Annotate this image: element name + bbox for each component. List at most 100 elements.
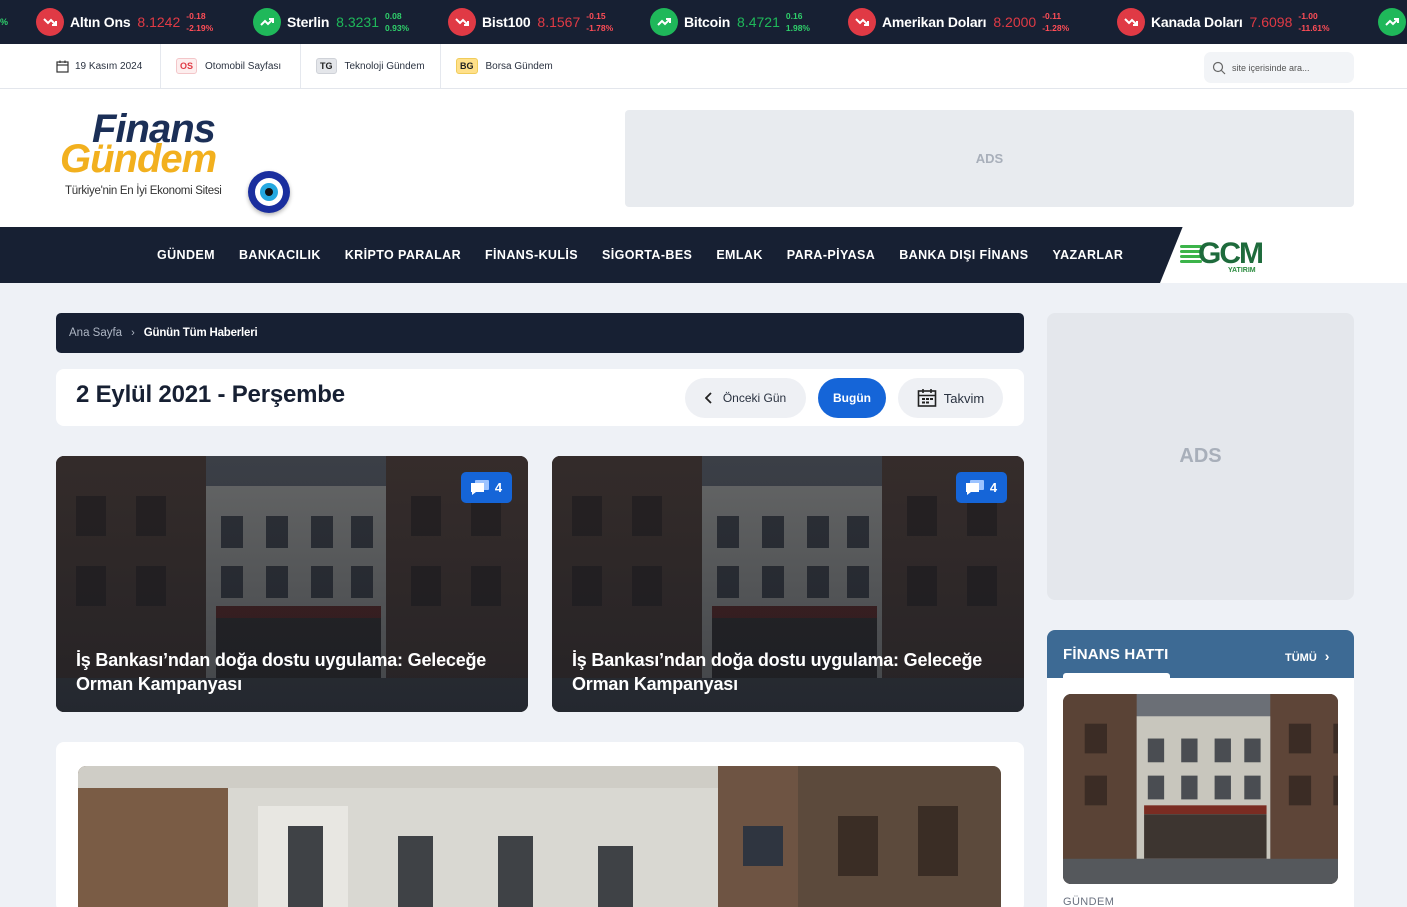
trend-down-icon	[448, 8, 476, 36]
trend-down-icon	[848, 8, 876, 36]
ticker-item-altin-ons[interactable]: Altın Ons 8.1242 -0.18 -2.19%	[36, 0, 213, 44]
market-ticker: % Altın Ons 8.1242 -0.18 -2.19% Sterlin 8…	[0, 0, 1407, 44]
news-card[interactable]: 4 İş Bankası’ndan doğa dostu uygulama: G…	[56, 456, 528, 712]
tg-badge: TG	[316, 58, 337, 74]
ticker-change: -0.11	[1042, 11, 1062, 21]
chevron-right-icon: ›	[1324, 648, 1330, 664]
previous-day-label: Önceki Gün	[722, 391, 787, 405]
widget-news-image[interactable]	[1063, 694, 1338, 884]
nav-item-para-piyasa[interactable]: PARA-PİYASA	[787, 248, 875, 262]
chevron-left-icon	[704, 392, 713, 404]
nav-item-kripto-paralar[interactable]: KRİPTO PARALAR	[345, 248, 461, 262]
widget-title: FİNANS HATTI	[1063, 646, 1169, 663]
widget-news-category[interactable]: GÜNDEM	[1063, 896, 1114, 907]
ticker-percent: 1.98%	[785, 23, 810, 33]
ticker-name: Altın Ons	[70, 14, 131, 30]
nav-item-sigorta-bes[interactable]: SİGORTA-BES	[602, 248, 692, 262]
ticker-item-kanada-dolari[interactable]: Kanada Doları 7.6098 -1.00 -11.61%	[1117, 0, 1330, 44]
date-bar: 2 Eylül 2021 - Perşembe Önceki Gün Bugün…	[56, 369, 1024, 426]
ticker-price: 8.3231	[336, 14, 379, 30]
comment-count: 4	[494, 480, 503, 495]
today-button[interactable]: Bugün	[818, 378, 886, 418]
comment-icon	[965, 479, 984, 496]
gcm-sub: YATIRIM	[1228, 267, 1256, 274]
topbar-link-borsa[interactable]: BG Borsa Gündem	[456, 44, 553, 88]
ticker-change: 0.08	[385, 11, 402, 21]
ticker-name: Kanada Doları	[1151, 14, 1243, 30]
gcm-partner-logo[interactable]: GCM YATIRIM	[1180, 237, 1270, 277]
ticker-percent: -11.61%	[1298, 23, 1330, 33]
comment-icon	[470, 479, 489, 496]
trend-up-icon	[650, 8, 678, 36]
nav-item-gundem[interactable]: GÜNDEM	[157, 248, 215, 262]
comment-count: 4	[989, 480, 998, 495]
ad-banner-side[interactable]: ADS	[1047, 313, 1354, 600]
trend-up-icon	[253, 8, 281, 36]
topbar-link-label: Otomobil Sayfası	[205, 60, 282, 72]
ticker-percent: -1.28%	[1042, 23, 1070, 33]
bg-badge: BG	[456, 58, 478, 74]
current-date: 19 Kasım 2024	[56, 44, 142, 88]
site-logo[interactable]: Finans Gündem Türkiye'nin En İyi Ekonomi…	[56, 101, 296, 213]
chevron-right-icon: ›	[131, 327, 135, 339]
search-input[interactable]	[1232, 62, 1342, 73]
trend-down-icon	[1117, 8, 1145, 36]
comment-count-badge[interactable]: 4	[956, 472, 1007, 503]
news-card[interactable]: 4 İş Bankası’ndan doğa dostu uygulama: G…	[552, 456, 1024, 712]
ticker-name: Bist100	[482, 14, 531, 30]
ticker-item-amerikan-dolari[interactable]: Amerikan Doları 8.2000 -0.11 -1.28%	[848, 0, 1069, 44]
ticker-percent: -2.19%	[186, 23, 214, 33]
search-icon[interactable]	[1212, 61, 1226, 75]
ticker-change: 0.16	[785, 11, 803, 21]
breadcrumb-home[interactable]: Ana Sayfa	[69, 327, 122, 339]
logo-line-2: Gündem	[60, 137, 217, 181]
nav-item-finans-kulis[interactable]: FİNANS-KULİS	[485, 248, 578, 262]
ticker-name: Sterlin	[287, 14, 330, 30]
ticker-percent: 0.93%	[385, 23, 410, 33]
ticker-item-sterlin[interactable]: Sterlin 8.3231 0.08 0.93%	[253, 0, 409, 44]
ticker-change: -1.00	[1298, 11, 1318, 21]
ticker-change: -0.15	[586, 11, 606, 21]
comment-count-badge[interactable]: 4	[461, 472, 512, 503]
news-card-title[interactable]: İş Bankası’ndan doğa dostu uygulama: Gel…	[572, 648, 992, 696]
ad-banner-top[interactable]: ADS	[625, 110, 1354, 207]
ticker-price: 8.2000	[993, 14, 1037, 30]
finans-hatti-widget: FİNANS HATTI TÜMÜ › GÜNDEM	[1047, 630, 1354, 907]
site-search[interactable]	[1204, 52, 1354, 83]
widget-all-label: TÜMÜ	[1285, 652, 1317, 664]
nav-item-yazarlar[interactable]: YAZARLAR	[1052, 248, 1123, 262]
trend-up-icon	[1378, 8, 1406, 36]
calendar-label: Takvim	[943, 390, 985, 406]
ticker-price: 7.6098	[1249, 14, 1293, 30]
topbar-link-label: Borsa Gündem	[485, 60, 553, 72]
ticker-change: -0.18	[186, 11, 206, 21]
ticker-percent: -1.78%	[586, 23, 614, 33]
evil-eye-icon	[248, 171, 290, 213]
calendar-button[interactable]: Takvim	[898, 378, 1003, 418]
ticker-item-bist100[interactable]: Bist100 8.1567 -0.15 -1.78%	[448, 0, 613, 44]
nav-item-banka-disi-finans[interactable]: BANKA DIŞI FİNANS	[899, 248, 1028, 262]
ticker-edge-percent: %	[0, 17, 9, 27]
logo-tagline: Türkiye'nin En İyi Ekonomi Sitesi	[65, 185, 222, 197]
featured-news-card[interactable]	[56, 742, 1024, 907]
nav-item-bankacilik[interactable]: BANKACILIK	[239, 248, 321, 262]
page-title: 2 Eylül 2021 - Perşembe	[76, 381, 345, 408]
ticker-price: 8.1242	[137, 14, 181, 30]
ticker-price: 8.1567	[537, 14, 581, 30]
ticker-name: Amerikan Doları	[882, 14, 987, 30]
nav-item-emlak[interactable]: EMLAK	[716, 248, 762, 262]
ticker-price: 8.4721	[737, 14, 780, 30]
os-badge: OS	[176, 58, 198, 74]
previous-day-button[interactable]: Önceki Gün	[685, 378, 806, 418]
ticker-name: Bitcoin	[684, 14, 731, 30]
news-card-title[interactable]: İş Bankası’ndan doğa dostu uygulama: Gel…	[76, 648, 496, 696]
date-text: 19 Kasım 2024	[75, 60, 143, 72]
topbar-link-label: Teknoloji Gündem	[344, 60, 425, 72]
featured-news-image[interactable]	[78, 766, 1001, 907]
widget-all-link[interactable]: TÜMÜ ›	[1285, 648, 1329, 664]
topbar-link-otomobil[interactable]: OS Otomobil Sayfası	[176, 44, 281, 88]
topbar-link-teknoloji[interactable]: TG Teknoloji Gündem	[316, 44, 425, 88]
ticker-item-bitcoin[interactable]: Bitcoin 8.4721 0.16 1.98%	[650, 0, 810, 44]
breadcrumb: Ana Sayfa › Günün Tüm Haberleri	[56, 313, 1024, 353]
site-header: Finans Gündem Türkiye'nin En İyi Ekonomi…	[0, 89, 1407, 227]
